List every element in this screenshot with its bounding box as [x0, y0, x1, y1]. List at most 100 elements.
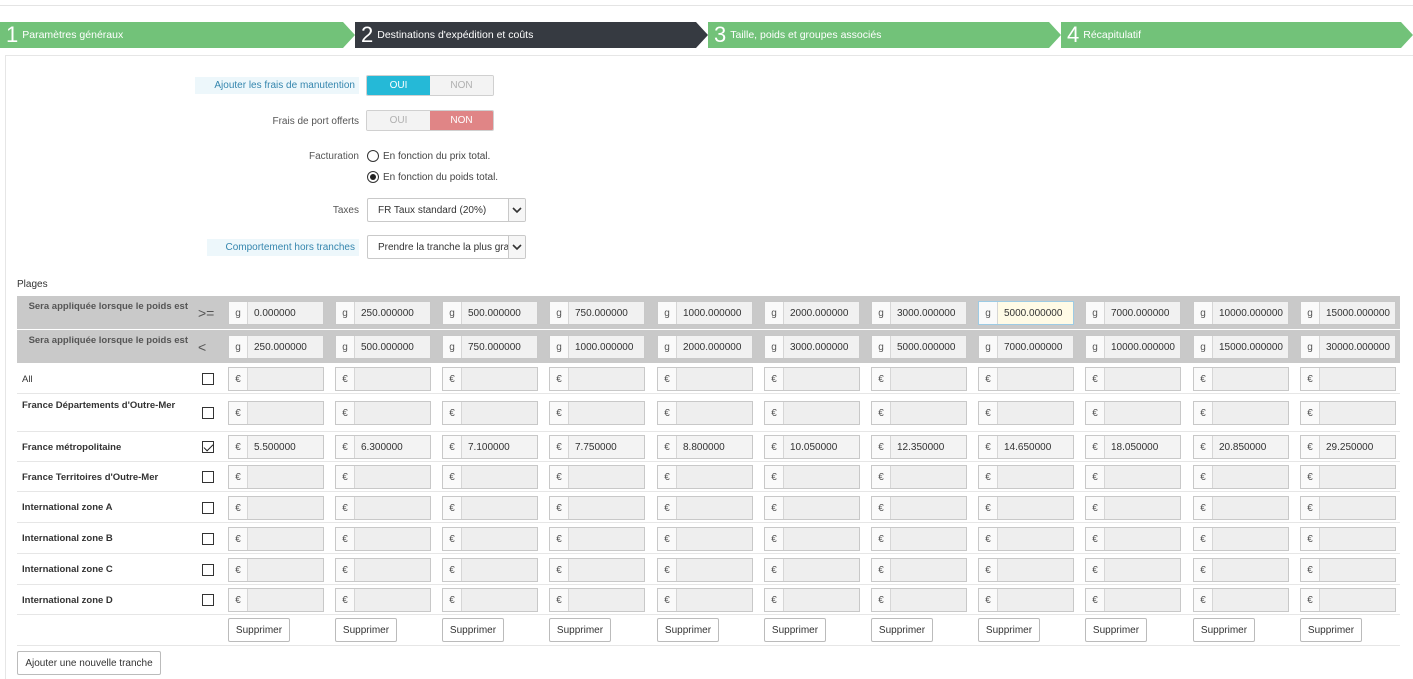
- zone-price-input[interactable]: €: [871, 527, 967, 551]
- range-to-input[interactable]: g 1000.000000: [549, 335, 645, 359]
- zone-price-input[interactable]: €: [228, 465, 324, 489]
- zone-price-input[interactable]: €: [442, 465, 538, 489]
- zone-price-input[interactable]: €: [657, 558, 753, 582]
- zone-price-input[interactable]: €: [549, 367, 645, 391]
- zone-price-input[interactable]: €: [657, 367, 753, 391]
- zone-price-input[interactable]: €: [978, 401, 1074, 425]
- zone-price-input[interactable]: €: [1085, 588, 1181, 612]
- zone-price-input[interactable]: €: [442, 527, 538, 551]
- delete-range-button[interactable]: Supprimer: [335, 618, 397, 642]
- zone-price-input[interactable]: €: [335, 465, 431, 489]
- zone-price-input[interactable]: €: [335, 527, 431, 551]
- zone-price-input[interactable]: €: [978, 558, 1074, 582]
- billing-option-price[interactable]: En fonction du prix total.: [367, 150, 490, 162]
- zone-price-input[interactable]: €: [764, 401, 860, 425]
- zone-price-input[interactable]: €: [1193, 527, 1289, 551]
- zone-price-input[interactable]: €: [764, 496, 860, 520]
- zone-price-input[interactable]: €: [1193, 588, 1289, 612]
- zone-price-input[interactable]: €: [549, 465, 645, 489]
- zone-price-input[interactable]: €: [1085, 465, 1181, 489]
- zone-price-input[interactable]: €: [657, 588, 753, 612]
- zone-price-input[interactable]: €: [1193, 465, 1289, 489]
- range-to-input[interactable]: g 30000.000000: [1300, 335, 1396, 359]
- zone-checkbox[interactable]: [202, 502, 214, 514]
- zone-checkbox[interactable]: [202, 564, 214, 576]
- range-to-input[interactable]: g 7000.000000: [978, 335, 1074, 359]
- zone-price-input[interactable]: €: [442, 401, 538, 425]
- zone-price-input[interactable]: €: [871, 588, 967, 612]
- range-from-input[interactable]: g 0.000000: [228, 301, 324, 325]
- range-from-input[interactable]: g 10000.000000: [1193, 301, 1289, 325]
- zone-price-input[interactable]: €: [1193, 367, 1289, 391]
- handling-fees-toggle[interactable]: OUI NON: [366, 75, 494, 96]
- zone-price-input[interactable]: €: [1300, 465, 1396, 489]
- zone-price-input[interactable]: €: [1300, 496, 1396, 520]
- zone-price-input[interactable]: €: [1193, 558, 1289, 582]
- zone-price-input[interactable]: €: [871, 367, 967, 391]
- step-size-weight[interactable]: 3 Taille, poids et groupes associés: [708, 22, 1061, 48]
- range-to-input[interactable]: g 3000.000000: [764, 335, 860, 359]
- zone-checkbox[interactable]: [202, 594, 214, 606]
- delete-range-button[interactable]: Supprimer: [657, 618, 719, 642]
- zone-price-input[interactable]: €: [1085, 496, 1181, 520]
- zone-price-input[interactable]: €20.850000: [1193, 435, 1289, 459]
- billing-option-weight[interactable]: En fonction du poids total.: [367, 171, 498, 183]
- range-from-input[interactable]: g 1000.000000: [657, 301, 753, 325]
- handling-yes-option[interactable]: OUI: [367, 76, 430, 95]
- zone-price-input[interactable]: €: [657, 465, 753, 489]
- range-from-input[interactable]: g 2000.000000: [764, 301, 860, 325]
- free-shipping-no-option[interactable]: NON: [430, 111, 493, 130]
- free-shipping-toggle[interactable]: OUI NON: [366, 110, 494, 131]
- zone-price-input[interactable]: €: [228, 367, 324, 391]
- zone-price-input[interactable]: €: [335, 401, 431, 425]
- range-from-input[interactable]: g 250.000000: [335, 301, 431, 325]
- zone-price-input[interactable]: €: [764, 367, 860, 391]
- range-to-input[interactable]: g 250.000000: [228, 335, 324, 359]
- zone-price-input[interactable]: €: [442, 558, 538, 582]
- delete-range-button[interactable]: Supprimer: [549, 618, 611, 642]
- zone-price-input[interactable]: €: [228, 401, 324, 425]
- delete-range-button[interactable]: Supprimer: [442, 618, 504, 642]
- zone-price-input[interactable]: €: [871, 558, 967, 582]
- delete-range-button[interactable]: Supprimer: [228, 618, 290, 642]
- zone-checkbox[interactable]: [202, 471, 214, 483]
- range-to-input[interactable]: g 2000.000000: [657, 335, 753, 359]
- delete-range-button[interactable]: Supprimer: [1085, 618, 1147, 642]
- zone-price-input[interactable]: €: [657, 401, 753, 425]
- range-from-input[interactable]: g 15000.000000: [1300, 301, 1396, 325]
- zone-price-input[interactable]: €: [871, 465, 967, 489]
- zone-price-input[interactable]: €29.250000: [1300, 435, 1396, 459]
- zone-price-input[interactable]: €: [549, 558, 645, 582]
- zone-checkbox[interactable]: [202, 533, 214, 545]
- zone-checkbox[interactable]: [202, 373, 214, 385]
- zone-price-input[interactable]: €7.750000: [549, 435, 645, 459]
- range-to-input[interactable]: g 15000.000000: [1193, 335, 1289, 359]
- step-general[interactable]: 1 Paramètres généraux: [0, 22, 355, 48]
- range-from-input[interactable]: g 750.000000: [549, 301, 645, 325]
- delete-range-button[interactable]: Supprimer: [764, 618, 826, 642]
- zone-price-input[interactable]: €8.800000: [657, 435, 753, 459]
- zone-price-input[interactable]: €: [442, 367, 538, 391]
- zone-price-input[interactable]: €: [871, 496, 967, 520]
- zone-price-input[interactable]: €: [657, 496, 753, 520]
- range-from-input[interactable]: g 500.000000: [442, 301, 538, 325]
- zone-price-input[interactable]: €: [549, 496, 645, 520]
- delete-range-button[interactable]: Supprimer: [978, 618, 1040, 642]
- zone-price-input[interactable]: €: [228, 558, 324, 582]
- zone-price-input[interactable]: €: [442, 496, 538, 520]
- zone-price-input[interactable]: €: [1193, 401, 1289, 425]
- zone-price-input[interactable]: €: [549, 527, 645, 551]
- range-to-input[interactable]: g 750.000000: [442, 335, 538, 359]
- zone-price-input[interactable]: €: [764, 465, 860, 489]
- handling-no-option[interactable]: NON: [430, 76, 493, 95]
- zone-price-input[interactable]: €: [1300, 527, 1396, 551]
- zone-price-input[interactable]: €: [228, 527, 324, 551]
- zone-price-input[interactable]: €: [657, 527, 753, 551]
- zone-price-input[interactable]: €6.300000: [335, 435, 431, 459]
- zone-price-input[interactable]: €5.500000: [228, 435, 324, 459]
- zone-price-input[interactable]: €: [1085, 401, 1181, 425]
- zone-price-input[interactable]: €: [1300, 367, 1396, 391]
- range-to-input[interactable]: g 10000.000000: [1085, 335, 1181, 359]
- zone-price-input[interactable]: €: [1193, 496, 1289, 520]
- zone-price-input[interactable]: €: [978, 465, 1074, 489]
